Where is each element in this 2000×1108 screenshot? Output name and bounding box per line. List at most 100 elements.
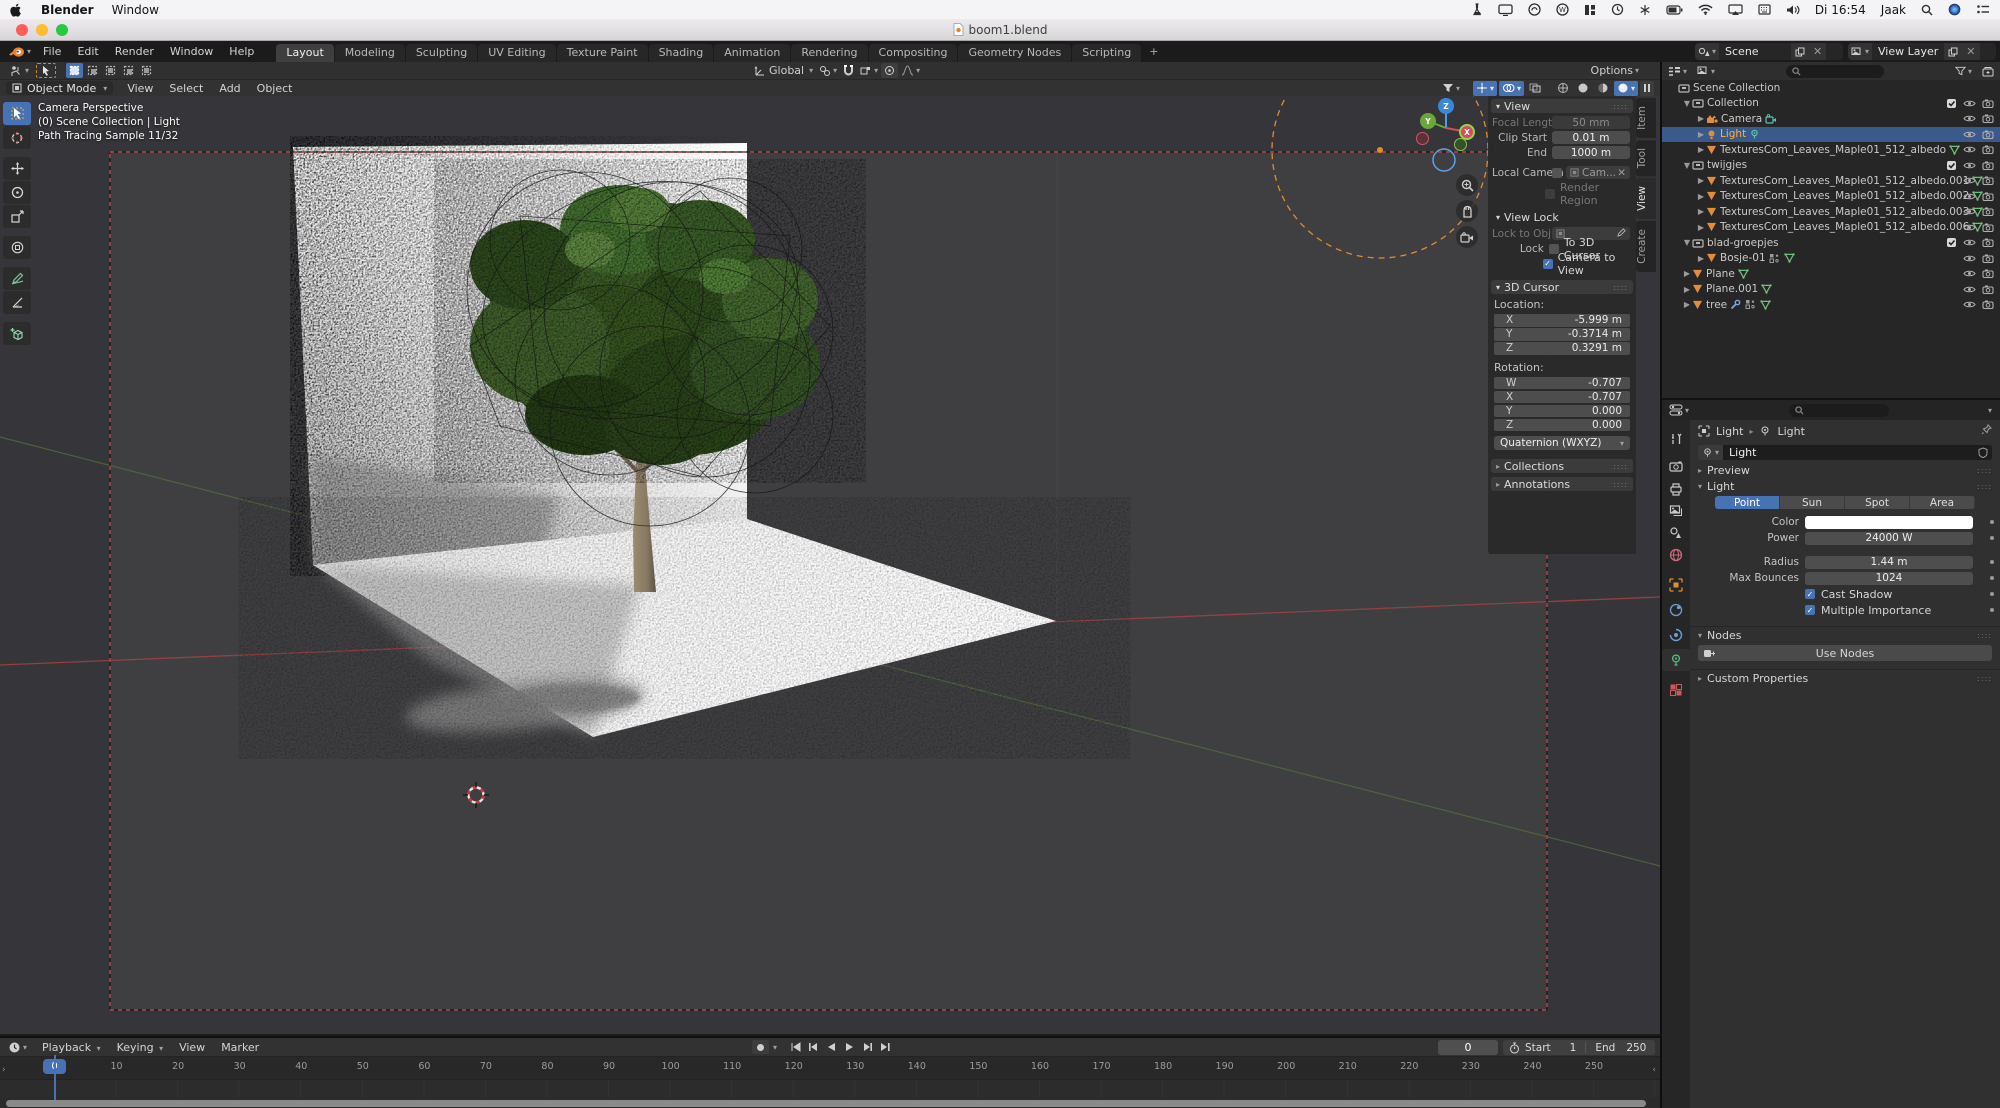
timeline-ruler[interactable]: › ‹ 102030405060708090100110120130140150… [0,1057,1660,1080]
light-id-icon[interactable]: ▾ [1698,445,1723,460]
gizmo-y-axis[interactable]: Y [1420,113,1436,129]
apple-logo-icon[interactable] [10,3,23,17]
menu-window-macos[interactable]: Window [112,3,159,17]
snap-mode-dropdown[interactable]: ▾ [857,63,881,78]
status-screen-mirroring-icon[interactable] [1728,4,1743,15]
outliner-row-plane[interactable]: ▶Plane [1662,266,2000,282]
panel-preview-header[interactable]: ▸Preview:::: [1690,462,2000,478]
jump-to-end-button[interactable] [877,1040,894,1054]
expand-arrow-icon[interactable]: ▶ [1696,176,1706,185]
play-button[interactable] [841,1040,858,1054]
mode-dropdown[interactable]: Object Mode▾ [6,81,113,95]
properties-tab-tool[interactable] [1662,428,1690,450]
play-reverse-button[interactable] [823,1040,840,1054]
fake-user-shield-icon[interactable] [1974,445,1992,460]
camera-to-view-checkbox[interactable]: ✓ [1543,259,1553,269]
np-field-clip-start[interactable]: 0.01 m [1552,131,1630,144]
navigation-gizmo[interactable]: Z Y X [1414,96,1478,160]
cast-shadow-checkbox[interactable]: ✓ [1805,589,1815,599]
local-camera-checkbox[interactable] [1552,168,1562,178]
prev-keyframe-button[interactable] [805,1040,822,1054]
menubar-user-name[interactable]: Jaak [1881,3,1906,17]
collection-checkbox[interactable] [1946,160,1957,171]
object-visibility-dropdown[interactable]: ▾ [1439,81,1463,96]
animate-dot[interactable] [1990,520,1994,524]
view-layer-remove-icon[interactable]: ✕ [1962,43,1979,60]
workspace-tab-scripting[interactable]: Scripting [1072,44,1141,62]
jump-to-start-button[interactable] [787,1040,804,1054]
control-center-list-icon[interactable] [1976,4,1990,15]
start-value-field[interactable]: 1 [1570,1042,1577,1054]
outliner-row-scene-collection[interactable]: Scene Collection [1662,80,2000,96]
outliner-filter-icon[interactable]: ▾ [1952,64,1975,79]
pin-icon[interactable] [1981,424,1992,438]
menu-window[interactable]: Window [162,43,221,60]
scene-copy-icon[interactable] [1791,43,1809,60]
hide-eye-toggle[interactable] [1963,99,1976,108]
properties-options-dropdown[interactable]: ▾ [1988,406,1992,415]
hide-eye-toggle[interactable] [1963,238,1976,247]
auto-keying-button[interactable] [752,1040,769,1054]
macos-titlebar[interactable]: boom1.blend [0,19,2000,41]
outliner-row-twijgjes[interactable]: ▼twijgjes [1662,158,2000,174]
panel-collections-header[interactable]: ▸Collections:::: [1491,459,1633,473]
menu-file[interactable]: File [35,43,69,60]
properties-tab-physics[interactable] [1662,599,1690,621]
gizmo-x-neg-axis[interactable] [1416,132,1429,145]
properties-tab-render[interactable] [1662,456,1690,478]
menu-edit[interactable]: Edit [69,43,106,60]
menubar-clock[interactable]: Di 16:54 [1815,3,1866,17]
outliner-row-collection[interactable]: ▼Collection [1662,96,2000,112]
timeline-menu-playback[interactable]: Playback ▾ [34,1039,109,1056]
disable-render-toggle[interactable] [1982,99,1994,108]
properties-tab-world[interactable] [1662,544,1690,566]
disable-render-toggle[interactable] [1982,176,1994,185]
shading-rendered-button[interactable]: ▾ [1614,81,1638,96]
animate-dot[interactable] [1990,536,1994,540]
outliner-row-texturescom-leaves-maple01-512-albedo-002[interactable]: ▶TexturesCom_Leaves_Maple01_512_albedo.0… [1662,189,2000,205]
outliner-row-texturescom-leaves-maple01-512-albedo[interactable]: ▶TexturesCom_Leaves_Maple01_512_albedo [1662,142,2000,158]
timeline-channel-area[interactable] [0,1080,1660,1098]
spotlight-search-icon[interactable] [1921,4,1933,16]
properties-tab-data[interactable] [1662,649,1690,671]
stopwatch-icon[interactable] [1509,1042,1520,1054]
n-panel-tab-tool[interactable]: Tool [1636,140,1656,176]
properties-tab-scene[interactable] [1662,522,1690,544]
np-field-end[interactable]: 1000 m [1552,146,1630,159]
cursor-location-y[interactable]: Y-0.3714 m [1494,328,1630,341]
tool-annotate-button[interactable] [3,267,31,290]
new-collection-icon[interactable] [1979,64,1997,79]
end-value-field[interactable]: 250 [1626,1042,1646,1054]
disable-render-toggle[interactable] [1982,285,1994,294]
cursor-location-x[interactable]: X-5.999 m [1494,314,1630,327]
select-mode-invert-button[interactable] [120,63,137,78]
hide-eye-toggle[interactable] [1963,223,1976,232]
multiple-importance-checkbox[interactable]: ✓ [1805,605,1815,615]
panel-light-header[interactable]: ▾Light:::: [1690,478,2000,494]
workspace-tab-sculpting[interactable]: Sculpting [406,44,477,62]
hide-eye-toggle[interactable] [1963,207,1976,216]
status-split-window-icon[interactable] [1584,4,1596,16]
cursor-rotation-x[interactable]: X-0.707 [1494,391,1630,404]
timeline-scrollbar[interactable] [6,1100,1646,1107]
disable-render-toggle[interactable] [1982,300,1994,309]
add-workspace-button[interactable]: + [1142,43,1165,60]
cursor-rotation-z[interactable]: Z0.000 [1494,419,1630,432]
outliner-row-texturescom-leaves-maple01-512-albedo-006[interactable]: ▶TexturesCom_Leaves_Maple01_512_albedo.0… [1662,220,2000,236]
expand-arrow-icon[interactable]: ▼ [1682,161,1692,170]
hide-eye-toggle[interactable] [1963,254,1976,263]
status-input-source-icon[interactable] [1758,4,1771,15]
disable-render-toggle[interactable] [1982,192,1994,201]
expand-arrow-icon[interactable]: ▶ [1696,145,1706,154]
workspace-tab-shading[interactable]: Shading [649,44,714,62]
outliner-row-texturescom-leaves-maple01-512-albedo-001[interactable]: ▶TexturesCom_Leaves_Maple01_512_albedo.0… [1662,173,2000,189]
animate-dot[interactable] [1990,592,1994,596]
outliner-row-bosje-01[interactable]: ▶Bosje-01 [1662,251,2000,267]
status-battery-icon[interactable] [1666,5,1683,15]
outliner-row-tree[interactable]: ▶tree [1662,297,2000,313]
timeline-editor-type-icon[interactable]: ▾ [5,1040,30,1055]
hide-eye-toggle[interactable] [1963,161,1976,170]
show-gizmo-toggle[interactable]: ▾ [1473,81,1497,96]
workspace-tool-icon[interactable]: ▾ [6,63,32,78]
disable-render-toggle[interactable] [1982,254,1994,263]
